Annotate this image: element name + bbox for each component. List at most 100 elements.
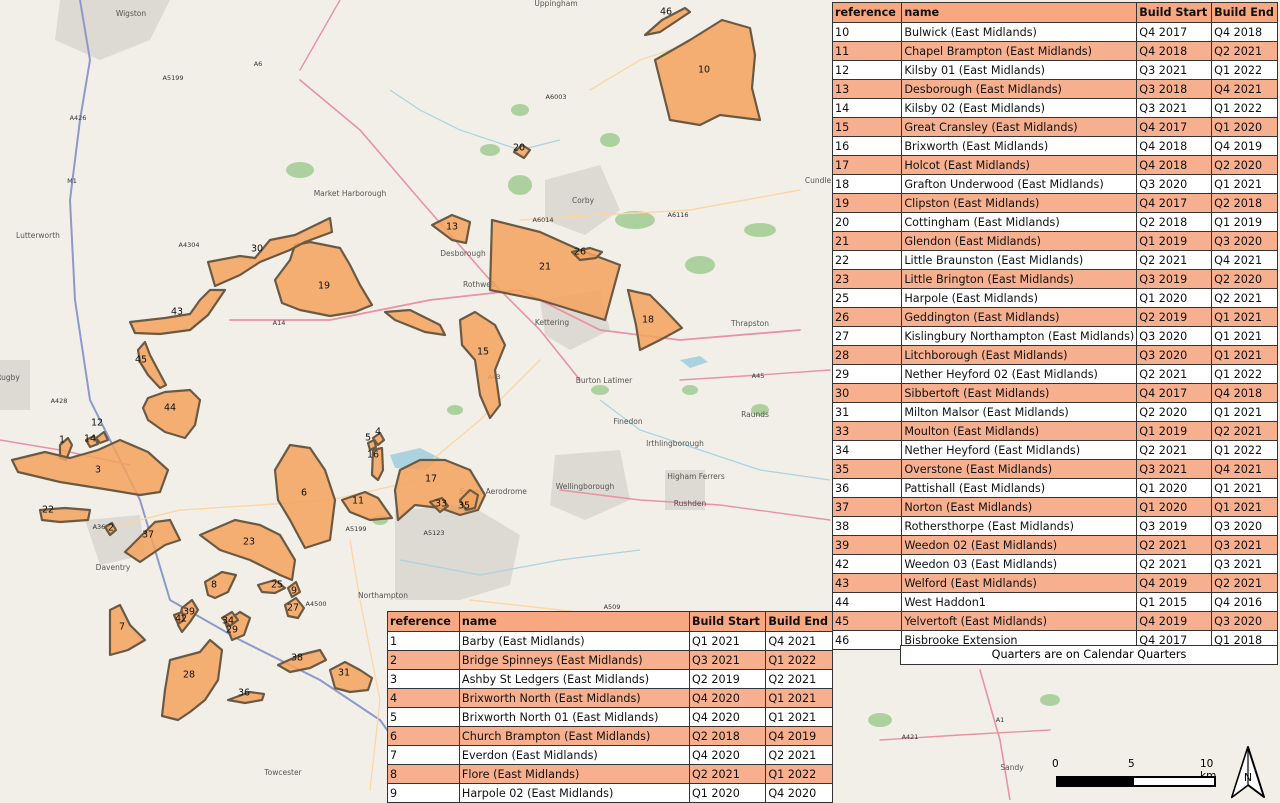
cell-build-end: Q1 2022 <box>1211 98 1278 118</box>
cell-build-start: Q3 2019 <box>1136 516 1213 536</box>
cell-build-start: Q1 2020 <box>1136 478 1213 498</box>
cell-build-start: Q3 2019 <box>1136 269 1213 289</box>
area-label-37: 37 <box>142 530 154 541</box>
area-label-5: 5 <box>365 433 371 444</box>
road-label-a4304: A4304 <box>179 241 200 249</box>
header-name: name <box>458 611 690 632</box>
area-label-23: 23 <box>243 537 255 548</box>
cell-reference: 17 <box>831 155 903 175</box>
area-label-46: 46 <box>660 7 672 18</box>
cell-build-start: Q4 2017 <box>1136 193 1213 213</box>
cell-reference: 20 <box>831 212 903 232</box>
table-row: 27 Kislingbury Northampton (East Midlands… <box>831 326 1278 346</box>
table-header-row: reference name Build Start Build End <box>387 611 833 632</box>
north-arrow-icon: N <box>1230 746 1265 799</box>
table-row: 12 Kilsby 01 (East Midlands) Q3 2021 Q1 202… <box>831 60 1278 80</box>
cell-build-start: Q3 2021 <box>1136 98 1213 118</box>
cell-reference: 6 <box>387 726 460 746</box>
town-label-kettering: Kettering <box>535 318 570 327</box>
area-label-7: 7 <box>119 622 125 633</box>
cell-reference: 15 <box>831 117 903 137</box>
cell-build-end: Q4 2018 <box>1211 383 1278 403</box>
cell-build-end: Q1 2021 <box>1211 307 1278 327</box>
table-row: 19 Clipston (East Midlands) Q4 2017 Q2 2018 <box>831 193 1278 213</box>
cell-build-start: Q3 2021 <box>1136 60 1213 80</box>
table-row: 14 Kilsby 02 (East Midlands) Q3 2021 Q1 202… <box>831 98 1278 118</box>
cell-reference: 21 <box>831 231 903 251</box>
cell-build-end: Q4 2018 <box>1211 22 1278 42</box>
table-row: 20 Cottingham (East Midlands) Q2 2018 Q1 20… <box>831 212 1278 232</box>
town-label-lutterworth: Lutterworth <box>16 231 60 240</box>
cell-reference: 28 <box>831 345 903 365</box>
table-row: 23 Little Brington (East Midlands) Q3 2019… <box>831 269 1278 289</box>
area-label-33: 33 <box>435 499 447 510</box>
cell-reference: 26 <box>831 307 903 327</box>
area-label-42: 42 <box>175 614 187 625</box>
cell-build-start: Q2 2021 <box>1136 440 1213 460</box>
table-row: 36 Pattishall (East Midlands) Q1 2020 Q1 20… <box>831 478 1278 498</box>
cell-build-start: Q4 2018 <box>1136 155 1213 175</box>
cell-name: Moulton (East Midlands) <box>901 421 1138 441</box>
table-row: 10 Bulwick (East Midlands) Q4 2017 Q4 2018 <box>831 22 1278 42</box>
area-label-26: 26 <box>574 247 586 258</box>
road-label-a421: A421 <box>902 733 919 741</box>
table-row: 37 Norton (East Midlands) Q1 2020 Q1 2021 <box>831 497 1278 517</box>
cell-build-start: Q2 2019 <box>1136 307 1213 327</box>
cell-build-start: Q4 2018 <box>1136 136 1213 156</box>
town-label-wellingborough: Wellingborough <box>556 482 615 491</box>
cell-reference: 42 <box>831 554 903 574</box>
cell-name: Norton (East Midlands) <box>901 497 1138 517</box>
town-label-thrapston: Thrapston <box>730 319 769 328</box>
scale-tick-0: 0 <box>1052 758 1059 770</box>
town-label-cundle: Cundle <box>805 176 832 185</box>
table-row: 16 Brixworth (East Midlands) Q4 2018 Q4 201… <box>831 136 1278 156</box>
town-label-daventry: Daventry <box>96 563 131 572</box>
cell-build-start: Q1 2019 <box>1136 421 1213 441</box>
table-row: 11 Chapel Brampton (East Midlands) Q4 2018… <box>831 41 1278 61</box>
town-label-higham-ferrers: Higham Ferrers <box>667 472 725 481</box>
area-label-43: 43 <box>171 307 183 318</box>
header-reference: reference <box>831 2 903 23</box>
cell-reference: 10 <box>831 22 903 42</box>
cell-name: Geddington (East Midlands) <box>901 307 1138 327</box>
north-arrow-label: N <box>1244 771 1252 784</box>
cell-reference: 12 <box>831 60 903 80</box>
quarters-footnote: Quarters are on Calendar Quarters <box>900 645 1278 665</box>
cell-name: Desborough (East Midlands) <box>901 79 1138 99</box>
town-label-irthlingborough: Irthlingborough <box>646 439 704 448</box>
cell-name: West Haddon1 <box>901 592 1138 612</box>
cell-build-end: Q1 2021 <box>765 688 833 708</box>
town-label-northampton: Northampton <box>358 591 408 600</box>
cell-name: Clipston (East Midlands) <box>901 193 1138 213</box>
cell-name: Barby (East Midlands) <box>458 631 690 651</box>
cell-name: Litchborough (East Midlands) <box>901 345 1138 365</box>
cell-reference: 3 <box>387 669 460 689</box>
cell-build-start: Q4 2017 <box>1136 383 1213 403</box>
cell-build-end: Q4 2021 <box>1211 79 1278 99</box>
road-label-a5199-s: A5199 <box>346 525 367 533</box>
cell-build-start: Q4 2020 <box>688 707 767 727</box>
cell-build-start: Q4 2017 <box>1136 22 1213 42</box>
cell-name: Great Cransley (East Midlands) <box>901 117 1138 137</box>
cell-reference: 23 <box>831 269 903 289</box>
road-label-m1: M1 <box>67 177 77 185</box>
cell-name: Grafton Underwood (East Midlands) <box>901 174 1138 194</box>
cell-build-start: Q3 2020 <box>1136 326 1213 346</box>
area-label-36: 36 <box>238 688 250 699</box>
header-name: name <box>901 2 1138 23</box>
area-label-17: 17 <box>425 474 437 485</box>
cell-reference: 8 <box>387 764 460 784</box>
area-label-12: 12 <box>91 418 103 429</box>
area-label-45: 45 <box>135 355 147 366</box>
table-row: 22 Little Braunston (East Midlands) Q2 202… <box>831 250 1278 270</box>
cell-name: Holcot (East Midlands) <box>901 155 1138 175</box>
reference-table-bottom: reference name Build Start Build End 1 Ba… <box>387 611 833 803</box>
road-label-a5123: A5123 <box>424 529 445 537</box>
cell-reference: 33 <box>831 421 903 441</box>
cell-build-end: Q3 2020 <box>1211 231 1278 251</box>
cell-build-start: Q3 2021 <box>688 650 767 670</box>
cell-build-start: Q2 2020 <box>1136 402 1213 422</box>
table-row: 33 Moulton (East Midlands) Q1 2019 Q2 2021 <box>831 421 1278 441</box>
area-label-20: 20 <box>513 143 525 154</box>
cell-build-start: Q1 2015 <box>1136 592 1213 612</box>
